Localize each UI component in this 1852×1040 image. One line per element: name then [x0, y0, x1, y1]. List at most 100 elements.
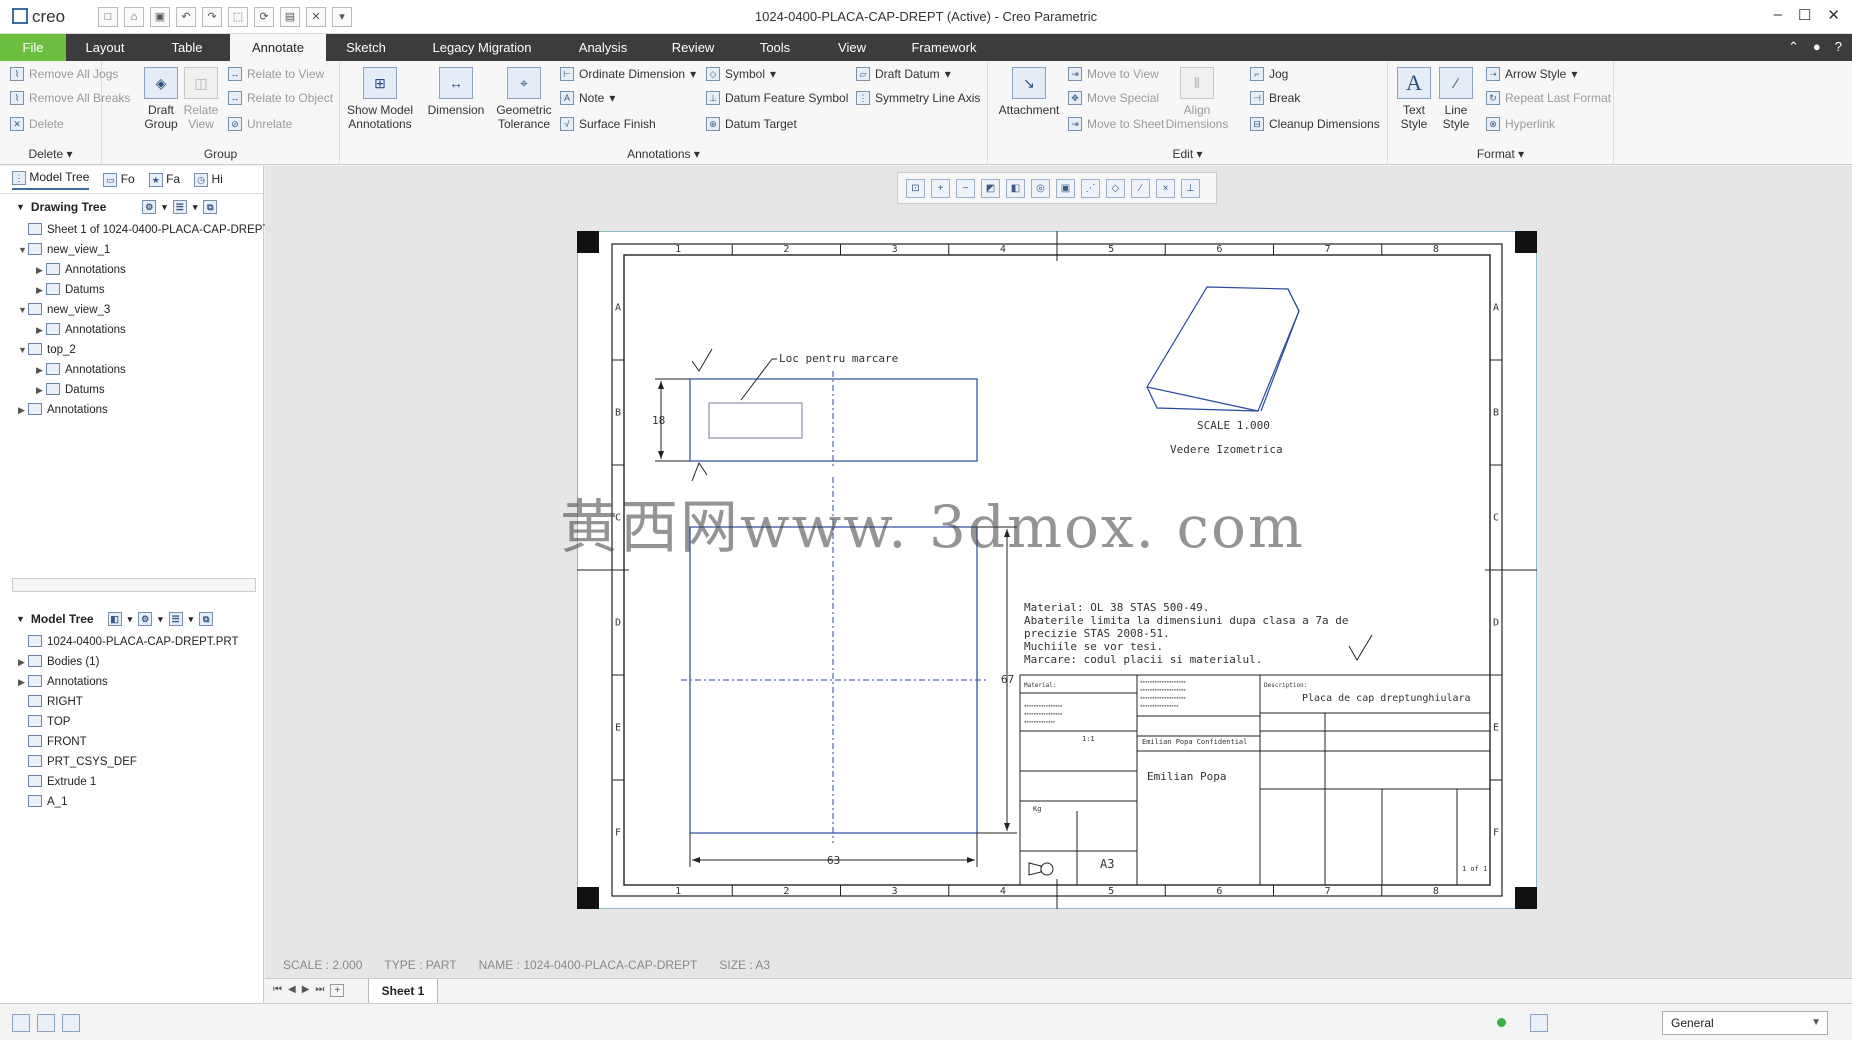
move-special-button[interactable]: ✥ Move Special [1068, 91, 1159, 105]
show-icon[interactable]: ◧ [107, 612, 122, 626]
tab-sketch[interactable]: Sketch [326, 34, 406, 61]
annotations-group-title[interactable]: Annotations ▾ [340, 147, 987, 161]
model-tree-columns-icon[interactable]: ☰ [168, 612, 183, 626]
tree-item[interactable]: PRT_CSYS_DEF [0, 752, 264, 772]
text-style-button[interactable]: A Text Style [1392, 67, 1436, 131]
tree-item[interactable]: ▶ Datums [0, 380, 263, 400]
tree-item[interactable]: Sheet 1 of 1024-0400-PLACA-CAP-DREPT.DF [0, 220, 287, 240]
prev-sheet-icon[interactable]: ◀ [288, 984, 296, 997]
expand-icon[interactable]: ▶ [36, 280, 46, 300]
first-sheet-icon[interactable]: ⏮ [273, 984, 282, 997]
datum-target-button[interactable]: ⊕ Datum Target [706, 117, 797, 131]
drawing-tree-header[interactable]: ▼ Drawing Tree ⚙ ▾ ☰ ▾ ⧉ [0, 194, 263, 220]
repaint-icon[interactable]: ◩ [981, 178, 1000, 198]
draft-datum-button[interactable]: ▱ Draft Datum ▾ [856, 67, 951, 81]
tree-item[interactable]: ▼ top_2 [0, 340, 263, 360]
expand-icon[interactable]: ▶ [36, 380, 46, 400]
tree-columns-icon[interactable]: ☰ [172, 200, 187, 214]
show-model-annotations-button[interactable]: ⊞ Show Model Annotations [344, 67, 416, 131]
point-display-icon[interactable]: × [1156, 178, 1175, 198]
tree-item[interactable]: ▼ new_view_3 [0, 300, 263, 320]
find-icon[interactable] [1530, 1014, 1548, 1032]
relate-view-button[interactable]: ◫ Relate View [178, 67, 224, 131]
tree-item[interactable]: Extrude 1 [0, 772, 264, 792]
view-manager-icon[interactable]: ▣ [1056, 178, 1075, 198]
expand-icon[interactable]: ▶ [36, 360, 46, 380]
repeat-last-format-button[interactable]: ↻ Repeat Last Format [1486, 91, 1611, 105]
hyperlink-button[interactable]: ⊗ Hyperlink [1486, 117, 1555, 131]
saved-views-icon[interactable]: ◎ [1031, 178, 1050, 198]
tab-favorites[interactable]: ★ Fa [148, 172, 180, 187]
expand-icon[interactable]: ▶ [36, 320, 46, 340]
align-dimensions-button[interactable]: ⫴ Align Dimensions [1164, 67, 1230, 131]
tab-review[interactable]: Review [648, 34, 738, 61]
tree-item[interactable]: ▶ Annotations [0, 320, 263, 340]
tree-item[interactable]: 1024-0400-PLACA-CAP-DREPT.PRT [0, 632, 264, 652]
format-group-title[interactable]: Format ▾ [1388, 147, 1613, 161]
expand-icon[interactable]: ▼ [18, 300, 28, 320]
maximize-icon[interactable]: ☐ [1798, 6, 1811, 24]
tab-folder-browser[interactable]: ▭ Fo [103, 172, 135, 187]
tab-history[interactable]: ◷ Hi [194, 172, 223, 187]
zoom-out-icon[interactable]: − [956, 178, 975, 198]
tree-item[interactable]: A_1 [0, 792, 264, 812]
zoom-in-icon[interactable]: + [931, 178, 950, 198]
tree-item[interactable]: ▶ Datums [0, 280, 263, 300]
move-to-sheet-button[interactable]: ⇥ Move to Sheet [1068, 117, 1164, 131]
jog-button[interactable]: ⌐ Jog [1250, 67, 1288, 81]
tree-item[interactable]: FRONT [0, 732, 264, 752]
last-sheet-icon[interactable]: ⏭ [315, 984, 324, 997]
minimize-ribbon-icon[interactable]: ⌃ [1788, 39, 1799, 55]
tab-file[interactable]: File [0, 34, 66, 61]
tab-tools[interactable]: Tools [738, 34, 812, 61]
dimension-button[interactable]: ↔ Dimension [426, 67, 486, 117]
delete-button[interactable]: ✕ Delete [10, 117, 64, 131]
break-button[interactable]: ⊣ Break [1250, 91, 1300, 105]
surface-finish-button[interactable]: √ Surface Finish [560, 117, 656, 131]
arrow-style-button[interactable]: ➝ Arrow Style ▾ [1486, 67, 1577, 81]
tree-item[interactable]: ▶ Annotations [0, 360, 263, 380]
tab-legacy-migration[interactable]: Legacy Migration [406, 34, 558, 61]
delete-group-title[interactable]: Delete ▾ [0, 147, 101, 161]
minimize-icon[interactable]: – [1774, 6, 1782, 24]
navigator-toggle-icon[interactable] [12, 1014, 30, 1032]
expand-icon[interactable]: ▼ [18, 240, 28, 260]
refit-icon[interactable]: ⊡ [906, 178, 925, 198]
expand-icon[interactable]: ▶ [18, 672, 28, 692]
close-icon[interactable]: ✕ [1827, 6, 1840, 24]
tree-item[interactable]: ▶ Bodies (1) [0, 652, 264, 672]
display-style-icon[interactable]: ◧ [1006, 178, 1025, 198]
move-to-view-button[interactable]: ⇥ Move to View [1068, 67, 1159, 81]
plane-display-icon[interactable]: ◇ [1106, 178, 1125, 198]
symbol-button[interactable]: ◇ Symbol ▾ [706, 67, 776, 81]
axis-display-icon[interactable]: ∕ [1131, 178, 1150, 198]
tab-framework[interactable]: Framework [892, 34, 996, 61]
next-sheet-icon[interactable]: ▶ [302, 984, 310, 997]
browser-toggle-icon[interactable] [37, 1014, 55, 1032]
attachment-button[interactable]: ↘ Attachment [994, 67, 1064, 117]
tree-item[interactable]: TOP [0, 712, 264, 732]
relate-to-view-button[interactable]: ↔ Relate to View [228, 67, 324, 81]
expand-icon[interactable]: ▶ [18, 652, 28, 672]
selection-filter[interactable]: General ▼ [1662, 1011, 1828, 1035]
drawing-tree-scrollbar[interactable] [12, 578, 256, 592]
tab-analysis[interactable]: Analysis [558, 34, 648, 61]
tree-settings-icon[interactable]: ⚙ [142, 200, 157, 214]
edit-group-title[interactable]: Edit ▾ [988, 147, 1387, 161]
model-tree-settings-icon[interactable]: ⚙ [138, 612, 153, 626]
tree-item[interactable]: ▶ Annotations [0, 400, 263, 420]
tab-model-tree[interactable]: ⋮ Model Tree [12, 170, 90, 190]
tab-layout[interactable]: Layout [66, 34, 144, 61]
community-icon[interactable]: ● [1813, 39, 1821, 55]
tab-view[interactable]: View [812, 34, 892, 61]
model-tree-header[interactable]: ▼ Model Tree ◧ ▾ ⚙ ▾ ☰ ▾ ⧉ [0, 606, 214, 632]
help-icon[interactable]: ? [1835, 39, 1842, 55]
line-style-button[interactable]: ∕ Line Style [1434, 67, 1478, 131]
tree-filter-icon[interactable]: ⧉ [203, 200, 218, 214]
model-tree-filter-icon[interactable]: ⧉ [199, 612, 214, 626]
tree-item[interactable]: ▶ Annotations [0, 672, 264, 692]
relate-to-object-button[interactable]: ↔ Relate to Object [228, 91, 333, 105]
symmetry-line-axis-button[interactable]: ⋮ Symmetry Line Axis [856, 91, 980, 105]
expand-icon[interactable]: ▶ [18, 400, 28, 420]
tree-item[interactable]: ▼ new_view_1 [0, 240, 263, 260]
